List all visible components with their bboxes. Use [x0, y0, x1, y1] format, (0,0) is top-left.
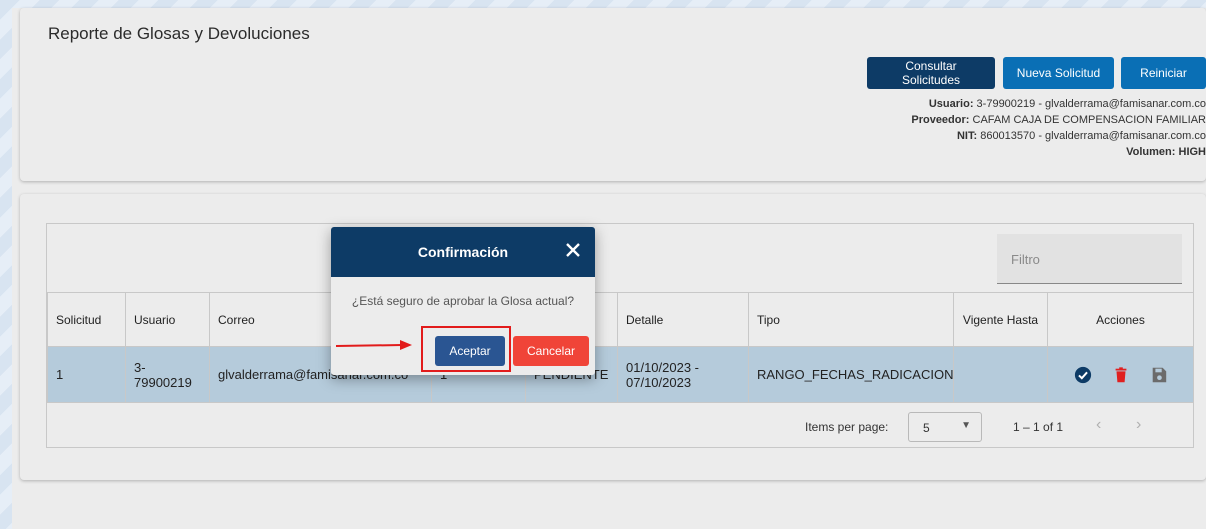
col-acciones: Acciones — [1047, 292, 1194, 347]
col-solicitud[interactable]: Solicitud — [47, 292, 126, 347]
nueva-solicitud-button[interactable]: Nueva Solicitud — [1003, 57, 1114, 89]
dialog-title: Confirmación — [417, 244, 509, 260]
dialog-message: ¿Está seguro de aprobar la Glosa actual? — [351, 294, 575, 308]
cell-usuario: 3- 79900219 — [125, 346, 210, 403]
table-card: Filtro Solicitud Usuario Correo Detalle … — [20, 194, 1206, 480]
page-title: Reporte de Glosas y Devoluciones — [48, 24, 310, 43]
filter-input[interactable]: Filtro — [997, 234, 1182, 284]
items-per-page-label: Items per page: — [805, 420, 889, 434]
paginator: Items per page: 5 ▼ 1 – 1 of 1 ‹ › — [47, 404, 1193, 448]
chevron-down-icon: ▼ — [961, 420, 971, 431]
annotation-arrow-icon — [336, 340, 412, 350]
dialog-header: Confirmación — [331, 227, 595, 277]
consultar-solicitudes-button[interactable]: Consultar Solicitudes — [867, 57, 995, 89]
col-detalle[interactable]: Detalle — [617, 292, 749, 347]
table-header-row: Solicitud Usuario Correo Detalle Tipo Vi… — [47, 292, 1194, 347]
cell-tipo: RANGO_FECHAS_RADICACION — [748, 346, 954, 403]
page-range: 1 – 1 of 1 — [1013, 420, 1064, 434]
table-row[interactable]: 1 3- 79900219 glvalderrama@famisanar.com… — [47, 346, 1194, 403]
results-table-container: Filtro Solicitud Usuario Correo Detalle … — [46, 223, 1194, 448]
floppy-disk-icon[interactable] — [1150, 366, 1168, 384]
cancelar-button[interactable]: Cancelar — [513, 336, 589, 366]
check-circle-icon[interactable] — [1074, 366, 1092, 384]
col-tipo[interactable]: Tipo — [748, 292, 954, 347]
results-table: Solicitud Usuario Correo Detalle Tipo Vi… — [47, 292, 1194, 403]
close-icon[interactable] — [563, 240, 583, 260]
page-size-value: 5 — [923, 421, 930, 435]
trash-icon[interactable] — [1112, 366, 1130, 384]
user-info-block: Usuario: 3-79900219 - glvalderrama@famis… — [706, 96, 1206, 160]
cell-solicitud: 1 — [47, 346, 126, 403]
filter-placeholder: Filtro — [1011, 252, 1040, 267]
annotation-highlight-box — [421, 326, 511, 372]
cell-detalle: 01/10/2023 - 07/10/2023 — [617, 346, 749, 403]
chevron-left-icon[interactable]: ‹ — [1096, 416, 1101, 434]
col-usuario[interactable]: Usuario — [125, 292, 210, 347]
cell-acciones — [1047, 346, 1194, 403]
reiniciar-button[interactable]: Reiniciar — [1121, 57, 1206, 89]
usuario-line: Usuario: 3-79900219 - glvalderrama@famis… — [928, 98, 1206, 110]
page-size-select[interactable]: 5 ▼ — [908, 412, 982, 442]
volumen-line: Volumen: HIGH — [1126, 146, 1206, 158]
proveedor-line: Proveedor: CAFAM CAJA DE COMPENSACION FA… — [911, 114, 1206, 126]
chevron-right-icon[interactable]: › — [1136, 416, 1141, 434]
cell-vigente — [953, 346, 1048, 403]
nit-line: NIT: 860013570 - glvalderrama@famisanar.… — [956, 130, 1206, 142]
header-card: Reporte de Glosas y Devoluciones Consult… — [20, 8, 1206, 181]
col-vigente-hasta[interactable]: Vigente Hasta — [953, 292, 1048, 347]
